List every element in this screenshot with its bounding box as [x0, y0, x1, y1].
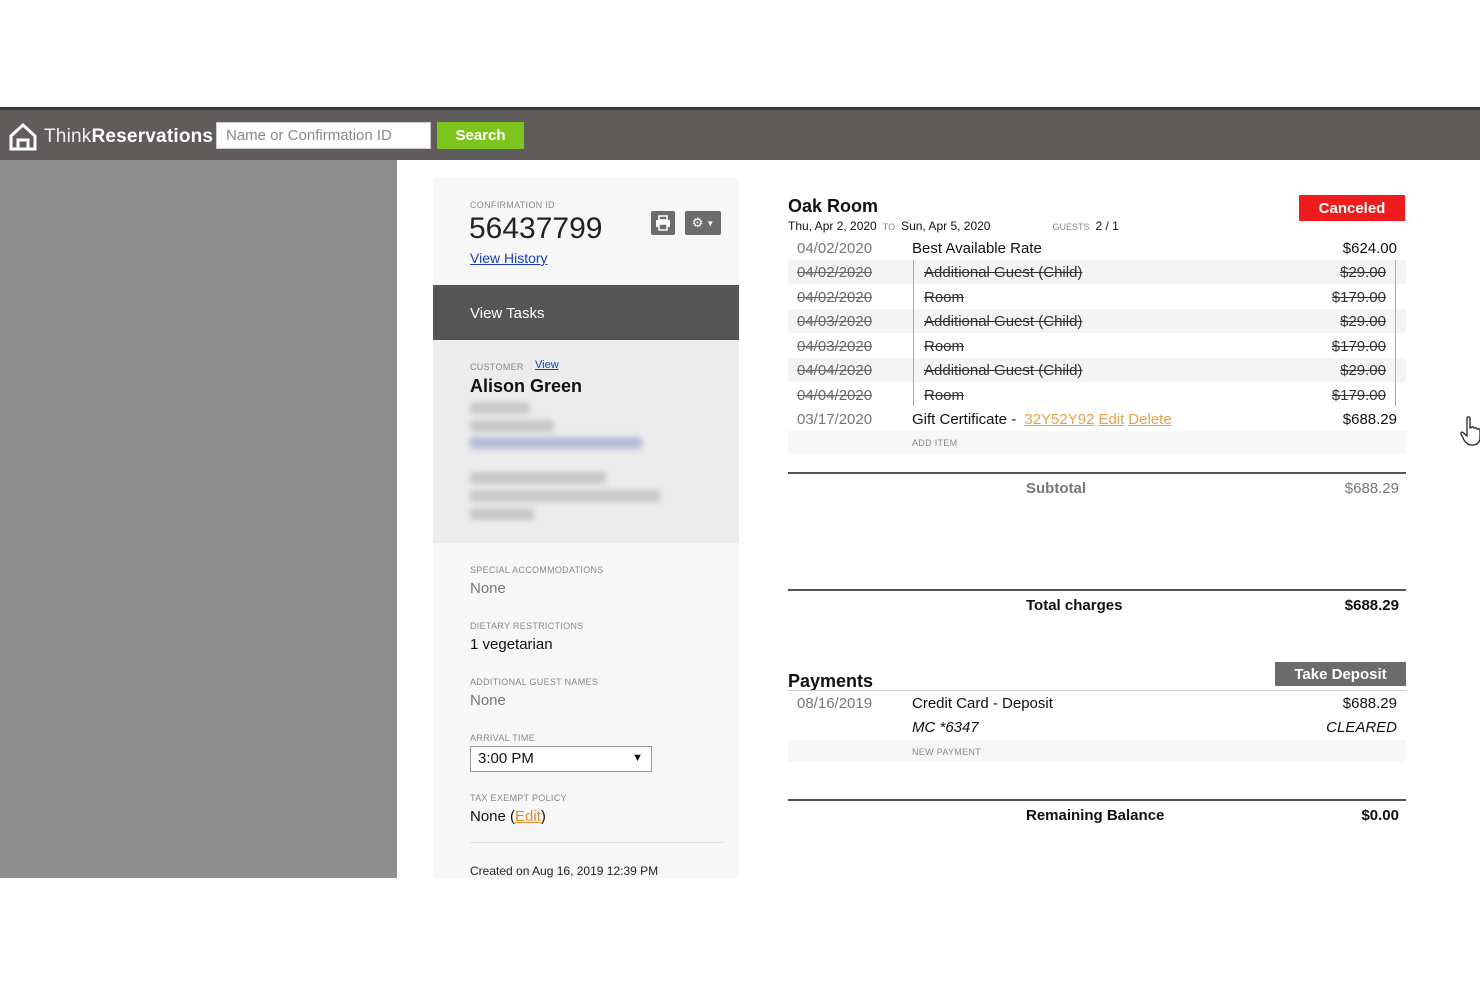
- special-accommodations-value: None: [470, 580, 506, 597]
- line-item: 04/02/2020 Room $179.00: [797, 289, 1386, 306]
- dietary-restrictions-field: DIETARY RESTRICTIONS 1 vegetarian: [470, 621, 584, 653]
- gear-icon: ⚙: [691, 215, 704, 230]
- reservation-content: CONFIRMATION ID 56437799 View History ⚙ ▼…: [397, 160, 1480, 878]
- gift-code-link[interactable]: 32Y52Y92: [1024, 411, 1094, 428]
- group-bracket-right: [1395, 260, 1396, 406]
- line-item: 04/02/2020 Best Available Rate $624.00: [797, 240, 1397, 257]
- top-navbar: ThinkReservations Search: [0, 107, 1480, 160]
- gift-delete-link[interactable]: Delete: [1128, 411, 1171, 428]
- app-name: ThinkReservations: [44, 126, 214, 147]
- add-item-link[interactable]: ADD ITEM: [912, 438, 957, 448]
- confirmation-label: CONFIRMATION ID: [470, 200, 555, 210]
- left-gray-panel: [0, 160, 397, 878]
- payment-detail-row: MC *6347 CLEARED: [912, 719, 1397, 736]
- room-title: Oak Room: [788, 196, 879, 216]
- remaining-balance-label: Remaining Balance: [1026, 807, 1165, 824]
- arrival-time-select[interactable]: 3:00 PM ▼: [470, 746, 652, 772]
- confirmation-id: 56437799: [469, 212, 603, 245]
- settings-dropdown-button[interactable]: ⚙ ▼: [685, 211, 721, 235]
- tax-exempt-field: TAX EXEMPT POLICY None (Edit): [470, 793, 567, 825]
- divider: [788, 799, 1406, 801]
- arrival-time-value: 3:00 PM: [478, 750, 534, 767]
- redacted-contact: [470, 420, 554, 432]
- customer-label: CUSTOMER: [470, 362, 524, 372]
- redacted-address: [470, 508, 534, 520]
- new-payment-link[interactable]: NEW PAYMENT: [912, 747, 981, 757]
- view-history-link[interactable]: View History: [470, 250, 548, 266]
- search-button[interactable]: Search: [437, 122, 524, 149]
- take-deposit-button[interactable]: Take Deposit: [1275, 662, 1406, 686]
- view-tasks-label: View Tasks: [470, 305, 545, 322]
- add-item-row[interactable]: [788, 431, 1406, 453]
- redacted-address: [470, 490, 660, 502]
- special-accommodations-label: SPECIAL ACCOMMODATIONS: [470, 565, 604, 575]
- special-accommodations-field: SPECIAL ACCOMMODATIONS None: [470, 565, 604, 597]
- remaining-balance-value: $0.00: [1361, 807, 1399, 824]
- subtotal-value: $688.29: [1344, 480, 1399, 497]
- total-charges-value: $688.29: [1344, 597, 1399, 614]
- tax-exempt-label: TAX EXEMPT POLICY: [470, 793, 567, 803]
- house-logo-icon: [9, 122, 37, 151]
- line-item: 04/03/2020 Additional Guest (Child) $29.00: [788, 309, 1406, 333]
- group-bracket-left: [913, 260, 914, 406]
- printer-icon: [656, 215, 670, 231]
- hand-cursor-icon: [1460, 416, 1480, 446]
- customer-section: CUSTOMER View Alison Green: [433, 340, 739, 543]
- booking-details: Oak Room Thu, Apr 2, 2020 TO Sun, Apr 5, 2…: [788, 160, 1480, 878]
- dietary-restrictions-label: DIETARY RESTRICTIONS: [470, 621, 584, 631]
- customer-name: Alison Green: [470, 376, 583, 396]
- caret-down-icon: ▼: [706, 218, 715, 228]
- line-item: 04/03/2020 Room $179.00: [797, 338, 1386, 355]
- additional-guest-names-label: ADDITIONAL GUEST NAMES: [470, 677, 599, 687]
- app-logo[interactable]: ThinkReservations: [8, 122, 213, 152]
- redacted-address: [470, 472, 606, 484]
- customer-view-link[interactable]: View: [535, 359, 559, 371]
- line-item: 04/04/2020 Room $179.00: [797, 387, 1386, 404]
- print-button[interactable]: [651, 211, 675, 235]
- redacted-email: [470, 437, 642, 449]
- view-tasks-button[interactable]: View Tasks: [433, 285, 739, 340]
- search-input[interactable]: [216, 122, 431, 149]
- reservation-sidebar: CONFIRMATION ID 56437799 View History ⚙ ▼…: [433, 178, 739, 878]
- arrival-time-field: ARRIVAL TIME: [470, 733, 535, 743]
- payment-row: 08/16/2019 Credit Card - Deposit $688.29: [797, 695, 1397, 712]
- gift-edit-link[interactable]: Edit: [1098, 411, 1124, 428]
- total-charges-label: Total charges: [1026, 597, 1123, 614]
- arrival-time-label: ARRIVAL TIME: [470, 733, 535, 743]
- dropdown-arrow-icon: ▼: [632, 752, 643, 764]
- status-badge: Canceled: [1299, 195, 1405, 221]
- created-timestamp: Created on Aug 16, 2019 12:39 PM: [470, 864, 659, 878]
- redacted-contact: [470, 402, 530, 414]
- divider: [470, 842, 724, 843]
- new-payment-row[interactable]: [788, 740, 1406, 762]
- subtotal-label: Subtotal: [1026, 480, 1086, 497]
- tax-edit-link[interactable]: Edit: [515, 808, 541, 825]
- gift-certificate-row: 03/17/2020 Gift Certificate - 32Y52Y92 Ed…: [797, 411, 1397, 428]
- line-item: 04/04/2020 Additional Guest (Child) $29.00: [788, 358, 1406, 382]
- dietary-restrictions-value: 1 vegetarian: [470, 636, 553, 653]
- additional-guest-names-field: ADDITIONAL GUEST NAMES None: [470, 677, 598, 709]
- stay-dates: Thu, Apr 2, 2020 TO Sun, Apr 5, 2020 GUESTS…: [788, 219, 1119, 233]
- additional-guest-names-value: None: [470, 692, 506, 709]
- divider: [788, 589, 1406, 591]
- tax-exempt-value: None (Edit): [470, 808, 546, 825]
- payments-title: Payments: [788, 671, 874, 691]
- divider: [788, 472, 1406, 474]
- line-item: 04/02/2020 Additional Guest (Child) $29.00: [788, 260, 1406, 284]
